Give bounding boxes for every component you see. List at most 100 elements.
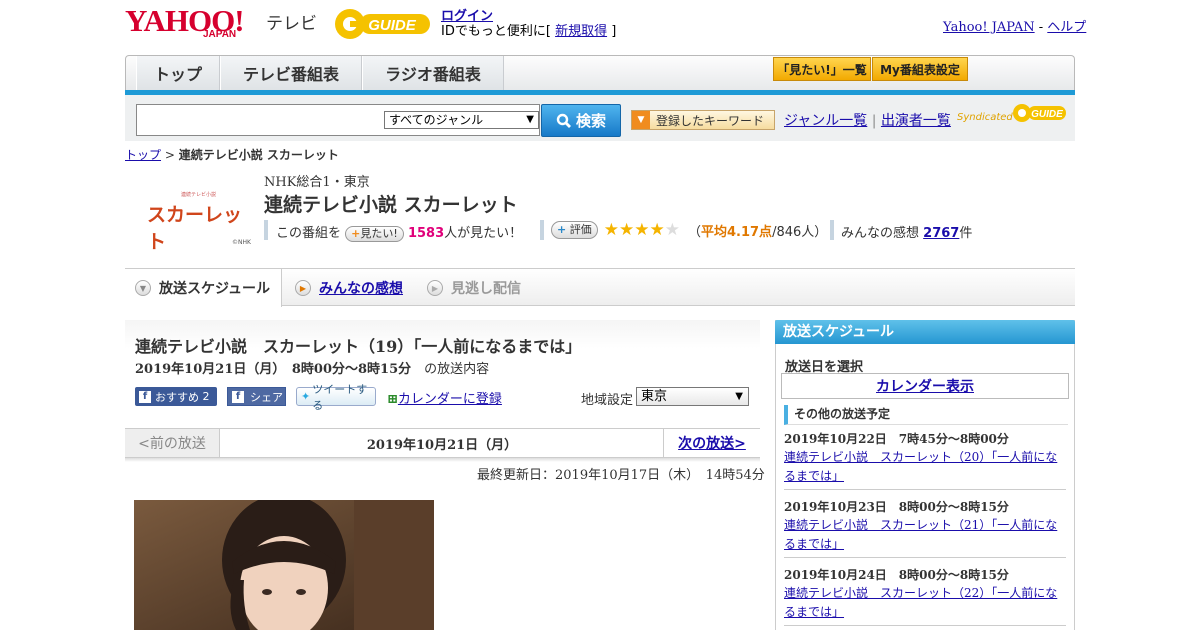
meta-separator: [830, 220, 834, 240]
other-schedule-item: 2019年10月24日 8時00分～8時15分 連続テレビ小説 スカーレット（2…: [784, 566, 1066, 626]
yahoo-japan-link[interactable]: Yahoo! JAPAN: [943, 20, 1035, 35]
help-link[interactable]: ヘルプ: [1047, 20, 1086, 35]
facebook-recommend-button[interactable]: f おすすめ 2: [135, 387, 217, 406]
genre-select-value: すべてのジャンル: [389, 113, 484, 127]
tv-logo-text: テレビ: [266, 14, 317, 34]
tab-schedule[interactable]: ▼ 放送スケジュール: [125, 269, 282, 307]
genre-select[interactable]: すべてのジャンル ▼: [384, 111, 539, 129]
program-logo-copyright: ©NHK: [232, 239, 251, 246]
region-select-value: 東京: [641, 389, 668, 404]
gguide-logo-text: GUIDE: [368, 17, 417, 34]
login-sub-post: ]: [607, 24, 617, 39]
other-schedule-heading: その他の放送予定: [784, 405, 1068, 425]
search-button-label: 検索: [575, 112, 606, 130]
other-schedule-item: 2019年10月23日 8時00分～8時15分 連続テレビ小説 スカーレット（2…: [784, 498, 1066, 558]
rating-average: 平均4.17点: [700, 224, 773, 240]
meta-separator: [264, 220, 268, 240]
registered-keyword-button[interactable]: ▼ 登録したキーワード: [631, 110, 775, 130]
other-schedule-title-link[interactable]: 連続テレビ小説 スカーレット（21）「一人前になるまでは」: [784, 518, 1057, 551]
other-schedule-datetime: 2019年10月23日 8時00分～8時15分: [784, 500, 1009, 514]
program-logo: 連続テレビ小説 スカーレット ©NHK: [137, 182, 252, 253]
other-schedule-title-link[interactable]: 連続テレビ小説 スカーレット（20）「一人前になるまでは」: [784, 450, 1057, 483]
yahoo-japan-logo-text: JAPAN: [203, 29, 237, 40]
tweet-label: ツイートする: [312, 382, 368, 412]
episode-photo: [134, 500, 434, 630]
star-icon: ★: [634, 220, 650, 240]
gguide-logo[interactable]: GUIDE: [334, 6, 432, 42]
nav-tab-radio-schedule[interactable]: ラジオ番組表: [362, 56, 504, 90]
genre-links: ジャンル一覧 | 出演者一覧: [784, 110, 951, 130]
links-divider: |: [871, 113, 877, 129]
main-nav: トップ テレビ番組表 ラジオ番組表 「見たい!」一覧 My番組表設定: [125, 55, 1075, 95]
channel-name: NHK総合1・東京: [264, 175, 370, 190]
triangle-down-icon: ▼: [135, 280, 151, 296]
episode-title: 連続テレビ小説 スカーレット（19）「一人前になるまでは」: [135, 337, 582, 356]
performer-list-link[interactable]: 出演者一覧: [881, 113, 951, 129]
rate-button[interactable]: + 評価: [551, 221, 598, 239]
twitter-bird-icon: ✦: [301, 390, 311, 403]
registered-keyword-label: 登録したキーワード: [656, 113, 765, 128]
register-link[interactable]: 新規取得: [555, 24, 607, 39]
other-schedule-datetime: 2019年10月24日 8時00分～8時15分: [784, 568, 1009, 582]
region-select[interactable]: 東京 ▼: [636, 387, 749, 406]
plus-icon: +: [351, 227, 361, 240]
breadcrumb: トップ > 連続テレビ小説 スカーレット: [125, 146, 339, 163]
login-sub-pre: IDでもっと便利に[: [441, 24, 556, 39]
rating-pre: （: [687, 224, 701, 240]
nav-tab-top[interactable]: トップ: [136, 56, 220, 90]
my-schedule-button[interactable]: My番組表設定: [872, 57, 968, 81]
impressions-section: みんなの感想 2767件: [841, 222, 972, 241]
other-schedule-title-link[interactable]: 連続テレビ小説 スカーレット（22）「一人前になるまでは」: [784, 586, 1057, 619]
calendar-register-link[interactable]: カレンダーに登録: [398, 392, 502, 407]
gguide-small-logo: GUIDE: [1013, 104, 1066, 122]
triangle-right-icon: ▶: [295, 280, 311, 296]
dropdown-arrow-icon: ▼: [526, 114, 534, 125]
breadcrumb-sep: >: [161, 148, 179, 162]
program-title: 連続テレビ小説 スカーレット: [264, 194, 518, 216]
facebook-recommend-count: 2: [202, 390, 210, 403]
want-button-label: 見たい!: [360, 227, 398, 240]
tab-catchup: ▶ 見逃し配信: [427, 269, 521, 307]
search-icon: [556, 113, 571, 128]
pager-current-date: 2019年10月21日（月）: [366, 437, 518, 453]
want-pre: この番組を: [276, 226, 342, 241]
region-label: 地域設定: [581, 393, 634, 408]
star-icon: ★: [603, 220, 619, 240]
gguide-small-logo-text: GUIDE: [1031, 109, 1063, 120]
calendar-display-button[interactable]: カレンダー表示: [781, 373, 1069, 399]
want-list-button[interactable]: 「見たい!」一覧: [773, 57, 871, 81]
rating-section: + 評価 ★ ★ ★ ★ ★ （平均4.17点/846人）: [551, 220, 827, 240]
content-tabs: ▼ 放送スケジュール ▶ みんなの感想 ▶ 見逃し配信: [125, 268, 1075, 307]
calendar-register: ⊞カレンダーに登録: [387, 388, 502, 407]
nav-tab-tv-schedule[interactable]: テレビ番組表: [220, 56, 362, 90]
program-meta: この番組を +見たい! 1583人が見たい！ + 評価 ★ ★ ★ ★ ★ （平均4.1…: [264, 220, 984, 242]
top-right-links: Yahoo! JAPAN - ヘルプ: [943, 16, 1086, 35]
facebook-share-button[interactable]: f シェア: [227, 387, 286, 406]
search-button[interactable]: 検索: [541, 104, 621, 137]
facebook-recommend-label: おすすめ: [155, 390, 199, 404]
genre-list-link[interactable]: ジャンル一覧: [784, 113, 867, 129]
impressions-count-link[interactable]: 2767: [923, 226, 959, 241]
other-schedule-item: 2019年10月22日 7時45分～8時00分 連続テレビ小説 スカーレット（2…: [784, 430, 1066, 490]
program-logo-sub: 連続テレビ小説: [181, 192, 217, 198]
tweet-button[interactable]: ✦ ツイートする: [296, 383, 376, 412]
episode-date: 2019年10月21日（月） 8時00分～8時15分 の放送内容: [135, 358, 489, 377]
other-schedule-datetime: 2019年10月22日 7時45分～8時00分: [784, 432, 1009, 446]
next-broadcast-link[interactable]: 次の放送>: [663, 429, 760, 457]
facebook-icon: f: [139, 390, 151, 403]
want-button[interactable]: +見たい!: [345, 226, 404, 242]
tab-impressions[interactable]: ▶ みんなの感想: [295, 269, 403, 307]
tab-catchup-label: 見逃し配信: [451, 281, 521, 297]
triangle-down-icon: ▼: [632, 111, 650, 129]
prev-broadcast: <前の放送: [125, 429, 220, 457]
last-updated: 最終更新日：2019年10月17日（木） 14時54分: [477, 468, 765, 483]
star-empty-icon: ★: [664, 220, 680, 240]
want-count: 1583: [407, 226, 445, 241]
want-section: この番組を +見たい! 1583人が見たい！: [276, 222, 522, 242]
breadcrumb-home[interactable]: トップ: [125, 148, 161, 162]
dropdown-arrow-icon: ▼: [735, 391, 743, 402]
star-icon: ★: [649, 220, 665, 240]
facebook-share-label: シェア: [250, 390, 283, 404]
rate-button-label: 評価: [569, 223, 592, 236]
tab-impressions-label[interactable]: みんなの感想: [319, 278, 403, 298]
